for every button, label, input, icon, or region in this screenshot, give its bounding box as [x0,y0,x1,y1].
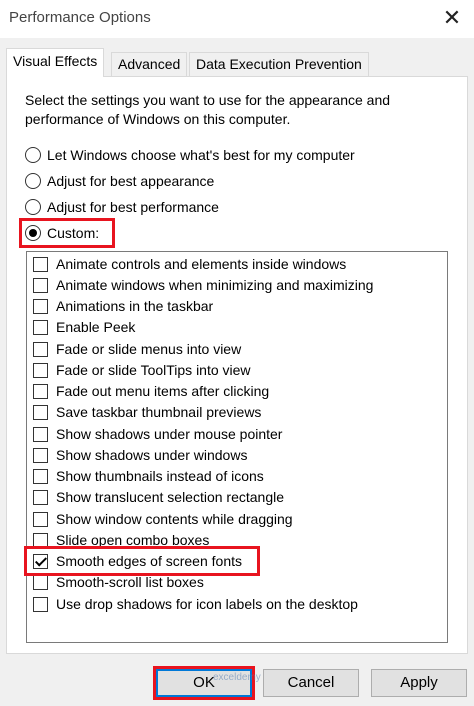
tab-label: Advanced [118,56,181,72]
tab-advanced[interactable]: Advanced [111,52,188,76]
list-item[interactable]: Smooth-scroll list boxes [33,572,204,592]
checkbox[interactable] [33,511,48,527]
list-item[interactable]: Show thumbnails instead of icons [33,466,264,486]
item-label: Fade or slide ToolTips into view [56,362,251,378]
checkbox[interactable] [33,489,48,505]
list-item[interactable]: Show translucent selection rectangle [33,487,284,507]
radio-button[interactable] [25,225,41,241]
title-bar: Performance Options ✕ [0,0,474,38]
radio-let-windows-choose[interactable]: Let Windows choose what's best for my co… [25,144,355,166]
checkbox[interactable] [33,256,48,272]
item-label: Show thumbnails instead of icons [56,468,264,484]
item-label: Fade out menu items after clicking [56,383,270,399]
radio-label: Custom: [47,225,100,241]
visual-effects-panel: Select the settings you want to use for … [6,76,468,654]
watermark-logo: exceldemy [213,672,261,683]
tab-label: Visual Effects [13,53,98,69]
list-item[interactable]: Enable Peek [33,317,135,337]
apply-button[interactable]: Apply [371,669,467,697]
list-item[interactable]: Use drop shadows for icon labels on the … [33,594,358,614]
description-text: Select the settings you want to use for … [25,92,391,127]
list-item[interactable]: Slide open combo boxes [33,530,209,550]
checkbox[interactable] [33,426,48,442]
radio-label: Adjust for best performance [47,199,219,215]
item-label: Enable Peek [56,319,136,335]
checkbox[interactable] [33,383,48,399]
item-label: Animate windows when minimizing and maxi… [56,277,374,293]
list-item[interactable]: Smooth edges of screen fonts [33,551,242,571]
list-item[interactable]: Fade out menu items after clicking [33,381,269,401]
list-item[interactable]: Save taskbar thumbnail previews [33,402,261,422]
radio-best-performance[interactable]: Adjust for best performance [25,196,219,218]
radio-button[interactable] [25,147,41,163]
radio-best-appearance[interactable]: Adjust for best appearance [25,170,214,192]
item-label: Show shadows under windows [56,447,248,463]
checkbox[interactable] [33,447,48,463]
item-label: Smooth-scroll list boxes [56,574,204,590]
item-label: Save taskbar thumbnail previews [56,404,262,420]
checkbox[interactable] [33,319,48,335]
item-label: Show translucent selection rectangle [56,489,285,505]
effects-list[interactable]: Animate controls and elements inside win… [26,251,448,643]
item-label: Slide open combo boxes [56,532,210,548]
checkbox[interactable] [33,298,48,314]
checkbox[interactable] [33,404,48,420]
tab-data-execution-prevention[interactable]: Data Execution Prevention [189,52,369,76]
window-title: Performance Options [9,9,151,26]
list-item[interactable]: Show shadows under windows [33,445,247,465]
checkbox[interactable] [33,277,48,293]
item-label: Smooth edges of screen fonts [56,553,242,569]
item-label: Fade or slide menus into view [56,341,242,357]
item-label: Use drop shadows for icon labels on the … [56,596,358,612]
item-label: Show shadows under mouse pointer [56,426,283,442]
tab-visual-effects[interactable]: Visual Effects [6,48,105,77]
checkbox[interactable] [33,596,48,612]
radio-button[interactable] [25,173,41,189]
radio-custom[interactable]: Custom: [25,222,99,244]
list-item[interactable]: Show shadows under mouse pointer [33,424,282,444]
checkbox[interactable] [33,362,48,378]
list-item[interactable]: Fade or slide menus into view [33,339,241,359]
tab-strip: Visual Effects Advanced Data Execution P… [6,48,466,77]
list-item[interactable]: Animate windows when minimizing and maxi… [33,275,373,295]
list-item[interactable]: Fade or slide ToolTips into view [33,360,251,380]
item-label: Animations in the taskbar [56,298,214,314]
tab-label: Data Execution Prevention [196,56,362,72]
radio-label: Let Windows choose what's best for my co… [47,147,355,163]
list-item[interactable]: Show window contents while dragging [33,509,293,529]
list-item[interactable]: Animations in the taskbar [33,296,213,316]
radio-button[interactable] [25,199,41,215]
item-label: Animate controls and elements inside win… [56,256,347,272]
checkbox[interactable] [33,574,48,590]
radio-label: Adjust for best appearance [47,173,215,189]
checkbox[interactable] [33,341,48,357]
checkbox[interactable] [33,532,48,548]
checkbox[interactable] [33,553,48,569]
close-icon[interactable]: ✕ [436,4,468,32]
checkbox[interactable] [33,468,48,484]
list-item[interactable]: Animate controls and elements inside win… [33,254,346,274]
item-label: Show window contents while dragging [56,511,293,527]
